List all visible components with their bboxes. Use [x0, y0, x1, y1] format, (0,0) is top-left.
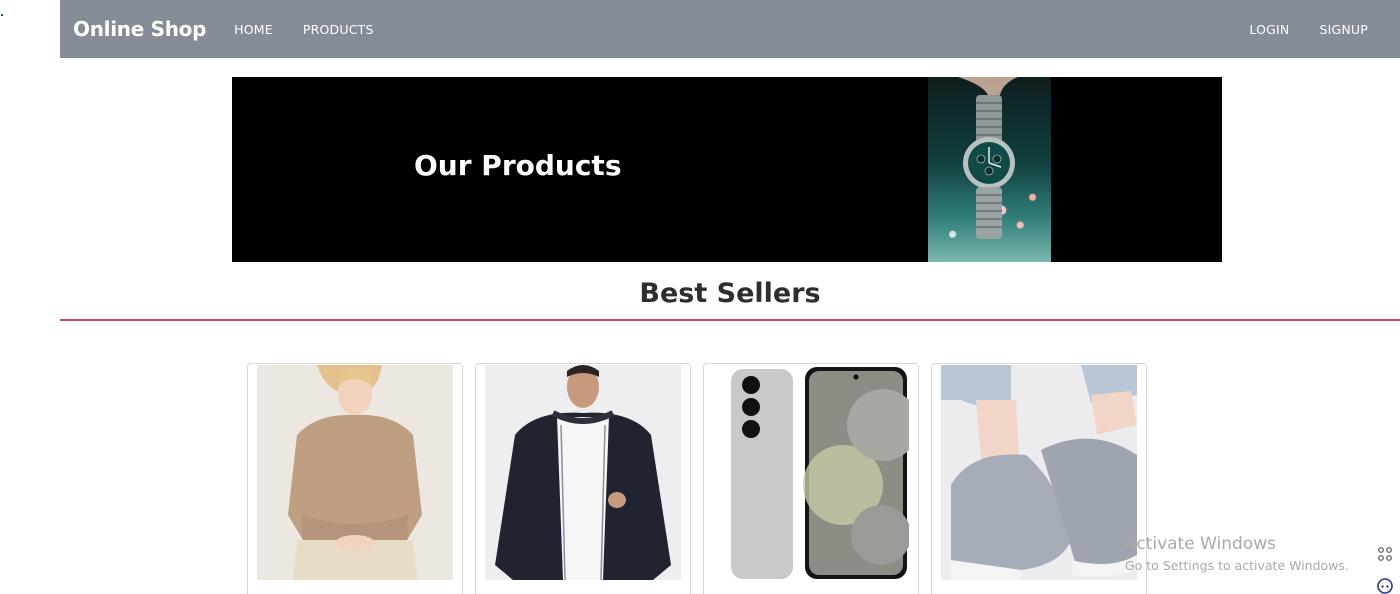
knit-sneakers-photo-icon[interactable] [941, 365, 1137, 580]
hero-banner: Our Products [232, 77, 1222, 262]
watch-photo-icon [928, 77, 1051, 262]
nav-login-link[interactable]: LOGIN [1249, 22, 1289, 37]
product-card[interactable] [247, 363, 463, 594]
beige-sweater-photo-icon[interactable] [257, 365, 453, 580]
nav-signup-link[interactable]: SIGNUP [1319, 22, 1368, 37]
nav-products-link[interactable]: PRODUCTS [303, 22, 374, 37]
banner-title: Our Products [414, 149, 622, 182]
page: Online Shop HOME PRODUCTS LOGIN SIGNUP O… [0, 0, 1400, 594]
left-gutter [0, 0, 60, 594]
product-card-list [247, 363, 1167, 594]
top-navbar: Online Shop HOME PRODUCTS LOGIN SIGNUP [60, 0, 1400, 58]
product-card[interactable] [931, 363, 1147, 594]
grid-apps-icon[interactable] [1377, 546, 1393, 562]
product-card[interactable] [703, 363, 919, 594]
section-divider [60, 319, 1400, 321]
nav-home-link[interactable]: HOME [234, 22, 273, 37]
best-sellers-heading: Best Sellers [639, 278, 821, 309]
product-card[interactable] [475, 363, 691, 594]
chatbot-icon[interactable] [1377, 578, 1393, 594]
cursor-dot [1, 14, 3, 16]
nav-left-group: HOME PRODUCTS [234, 22, 373, 37]
black-hoodie-photo-icon[interactable] [485, 365, 681, 580]
nav-right-group: LOGIN SIGNUP [1249, 22, 1368, 37]
brand-logo-link[interactable]: Online Shop [73, 17, 206, 41]
smartphone-photo-icon[interactable] [713, 365, 909, 580]
